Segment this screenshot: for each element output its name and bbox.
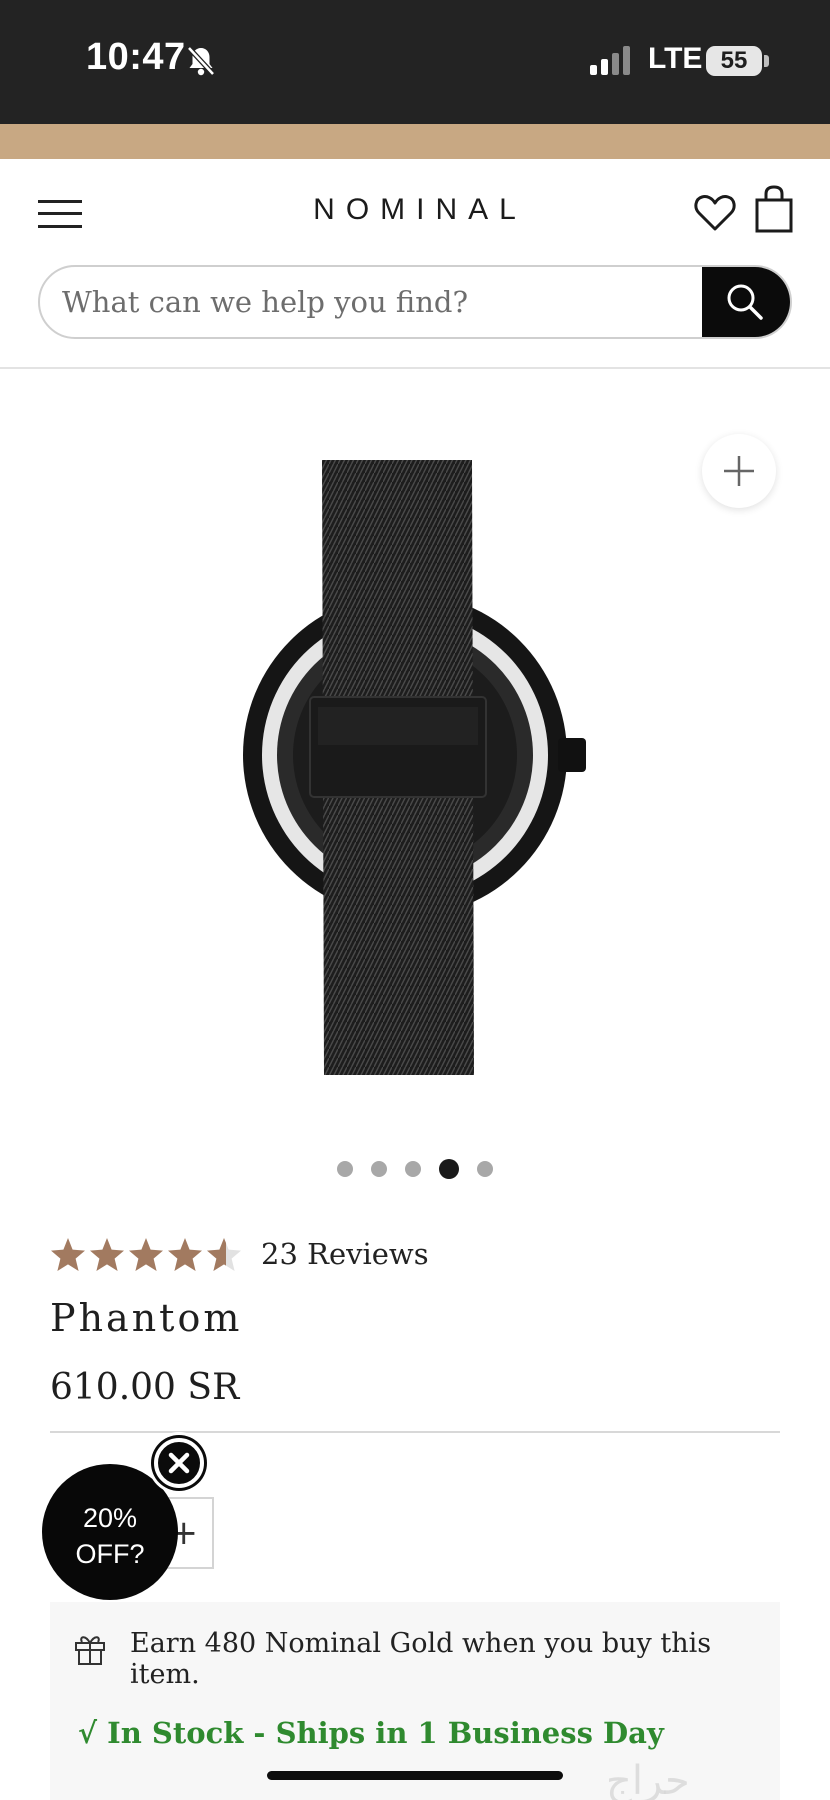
star-icon bbox=[51, 1238, 85, 1271]
battery-level: 55 bbox=[720, 47, 748, 74]
gallery-dot[interactable] bbox=[405, 1161, 421, 1177]
network-label: LTE bbox=[648, 42, 703, 75]
star-rating[interactable] bbox=[50, 1236, 246, 1276]
reviews-link[interactable]: 23 Reviews bbox=[261, 1237, 429, 1271]
status-bar: 10:47 LTE 55 bbox=[0, 0, 830, 124]
product-price: 610.00 SR bbox=[50, 1367, 240, 1408]
promo-bar[interactable] bbox=[0, 124, 830, 159]
star-icon bbox=[168, 1238, 202, 1271]
close-icon bbox=[168, 1452, 190, 1474]
discount-percent: 20% bbox=[82, 1503, 138, 1533]
discount-question: OFF? bbox=[75, 1539, 145, 1569]
zoom-button[interactable] bbox=[702, 434, 776, 508]
heart-icon[interactable] bbox=[694, 193, 736, 233]
bell-slash-icon bbox=[187, 46, 215, 76]
stock-status: √ In Stock - Ships in 1 Business Day bbox=[78, 1716, 664, 1750]
gift-icon bbox=[75, 1636, 105, 1665]
search-input[interactable] bbox=[40, 267, 704, 337]
gallery-dot[interactable] bbox=[337, 1161, 353, 1177]
site-header: NOMINAL bbox=[0, 159, 830, 369]
discount-close-button[interactable] bbox=[148, 1432, 210, 1494]
rewards-text: Earn 480 Nominal Gold when you buy this … bbox=[130, 1628, 712, 1690]
battery-icon: 55 bbox=[706, 46, 762, 76]
watermark: حراج bbox=[606, 1758, 690, 1800]
search-icon bbox=[727, 284, 763, 320]
search-bar bbox=[38, 265, 792, 339]
watch-back-image bbox=[243, 460, 586, 1075]
status-time: 10:47 bbox=[86, 36, 186, 78]
product-title: Phantom bbox=[50, 1296, 243, 1340]
gallery-dot[interactable] bbox=[477, 1161, 493, 1177]
home-indicator[interactable] bbox=[267, 1771, 563, 1780]
star-icon bbox=[90, 1238, 124, 1271]
star-icon bbox=[129, 1238, 163, 1271]
plus-icon bbox=[724, 456, 754, 486]
search-button[interactable] bbox=[702, 267, 790, 337]
gallery-pagination bbox=[0, 1157, 830, 1179]
gallery-dot[interactable] bbox=[371, 1161, 387, 1177]
gallery-dot-active[interactable] bbox=[439, 1159, 459, 1179]
divider bbox=[50, 1431, 780, 1433]
battery-tip bbox=[764, 55, 769, 67]
signal-icon bbox=[590, 46, 630, 75]
bag-icon[interactable] bbox=[754, 185, 794, 233]
